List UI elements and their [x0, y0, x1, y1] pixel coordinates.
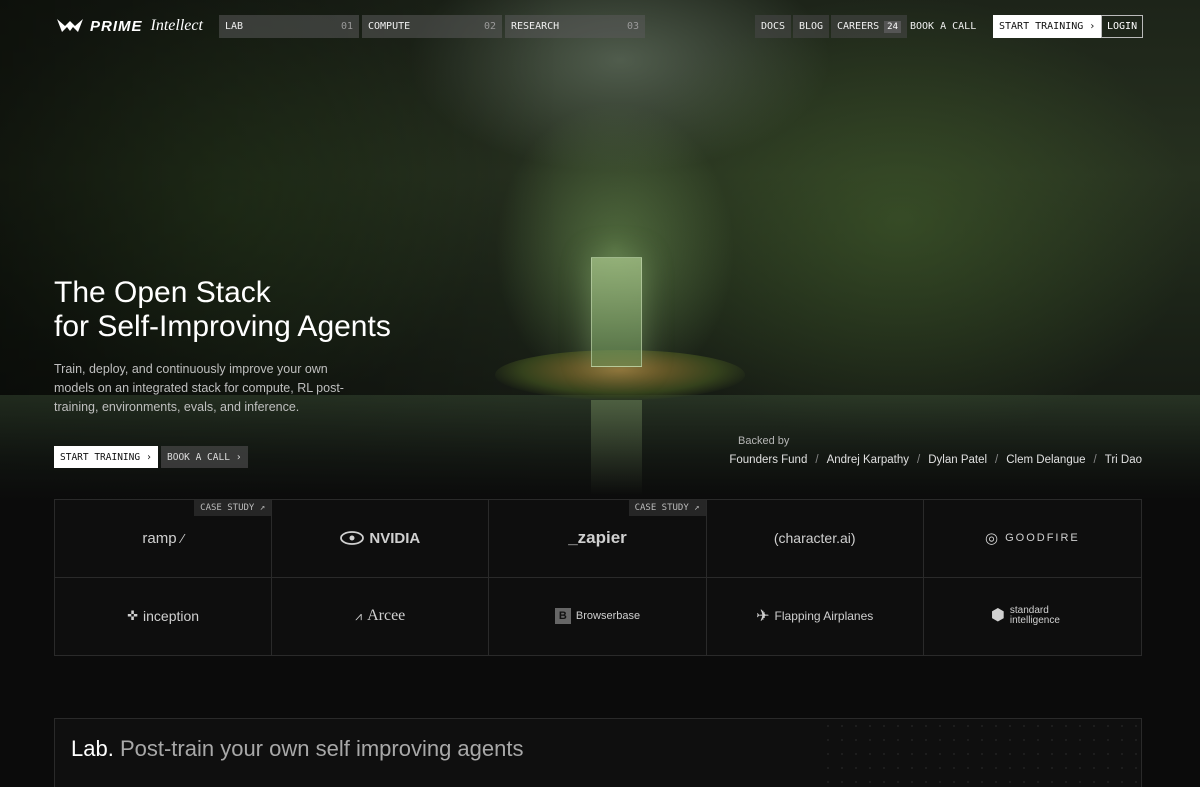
logo-text: (character.ai) — [773, 530, 856, 547]
backer-name: Clem Delangue — [1006, 454, 1086, 466]
customer-logo-goodfire[interactable]: ◎ GOODFIRE — [923, 500, 1141, 578]
customer-logo-inception[interactable]: ✜ inception — [55, 577, 273, 655]
ramp-mark-icon: ⁄ — [181, 530, 184, 546]
logo-text: inception — [143, 608, 200, 625]
logo-text: zapier — [577, 528, 627, 548]
nav-tab-label: COMPUTE — [368, 21, 411, 32]
nav-login-button[interactable]: LOGIN — [1101, 15, 1144, 38]
airplane-icon: ✈ — [756, 608, 770, 626]
chevron-right-icon: › — [1089, 21, 1096, 32]
start-training-label: START TRAINING — [999, 21, 1084, 32]
case-study-tag[interactable]: CASE STUDY ↗ — [628, 500, 706, 516]
case-study-tag[interactable]: CASE STUDY ↗ — [194, 500, 272, 516]
nav-tab-research[interactable]: RESEARCH 03 — [505, 15, 645, 38]
nav-careers-link[interactable]: CAREERS 24 — [831, 15, 907, 38]
nvidia-eye-icon — [340, 531, 365, 546]
customer-logo-zapier[interactable]: CASE STUDY ↗ _ zapier — [489, 500, 707, 578]
nav-start-training-button[interactable]: START TRAINING › — [993, 15, 1102, 38]
careers-label: CAREERS — [837, 21, 880, 32]
brand-bird-icon — [57, 19, 83, 32]
backer-name: Dylan Patel — [928, 454, 988, 466]
book-call-label: BOOK A CALL — [167, 451, 230, 463]
nav-tab-number: 03 — [626, 21, 639, 32]
hero-background — [0, 0, 1200, 500]
zapier-underscore-icon: _ — [568, 528, 578, 548]
hero-subtext: Train, deploy, and continuously improve … — [54, 362, 344, 414]
lab-subtitle: Post-train your own self improving agent… — [119, 736, 524, 761]
customer-logo-browserbase[interactable]: B Browserbase — [489, 577, 707, 655]
hero-start-training-button[interactable]: START TRAINING › — [54, 446, 158, 468]
nav-blog-link[interactable]: BLOG — [793, 15, 830, 38]
lab-section: Lab. Post-train your own self improving … — [54, 718, 1142, 787]
nav-book-call-link[interactable]: BOOK A CALL — [904, 15, 982, 38]
start-training-label: START TRAINING — [60, 451, 141, 463]
goodfire-flame-icon: ◎ — [985, 530, 1001, 548]
lab-section-title: Lab. Post-train your own self improving … — [71, 736, 523, 762]
separator: / — [815, 454, 819, 466]
hero-headline-line2: for Self-Improving Agents — [54, 310, 391, 343]
customer-logo-arcee[interactable]: ⩘ Arcee — [272, 577, 490, 655]
hero-headline: The Open Stack for Self-Improving Agents — [54, 276, 391, 344]
brand-name-bold: PRIME — [90, 17, 143, 35]
hero-book-call-button[interactable]: BOOK A CALL › — [161, 446, 248, 468]
backed-by-label: Backed by — [738, 435, 790, 447]
backer-name: Founders Fund — [729, 454, 808, 466]
logo-text: GOODFIRE — [1005, 532, 1080, 545]
nav-tab-label: RESEARCH — [511, 21, 560, 32]
nav-tab-number: 01 — [340, 21, 353, 32]
separator: / — [1093, 454, 1097, 466]
customer-logo-nvidia[interactable]: NVIDIA — [272, 500, 490, 578]
top-nav: PRIME Intellect LAB 01 COMPUTE 02 RESEAR… — [0, 15, 1200, 38]
customer-logo-grid: CASE STUDY ↗ ramp ⁄ NVIDIA CASE STUDY ↗ … — [54, 499, 1142, 656]
nav-tab-label: LAB — [225, 21, 244, 32]
careers-count-badge: 24 — [884, 20, 901, 33]
nav-tab-number: 02 — [483, 21, 496, 32]
backers-list: Founders Fund / Andrej Karpathy / Dylan … — [729, 454, 1142, 466]
chevron-right-icon: › — [146, 451, 152, 463]
logo-text: ramp — [142, 529, 177, 547]
brand-name-script: Intellect — [150, 17, 203, 34]
hero-monolith — [591, 257, 642, 367]
arcee-mark-icon: ⩘ — [355, 608, 363, 623]
separator: / — [995, 454, 999, 466]
logo-text: Arcee — [367, 607, 406, 625]
hero-monolith-reflection — [591, 400, 642, 495]
lab-title: Lab. — [71, 736, 114, 761]
brand-logo[interactable]: PRIME Intellect — [56, 17, 203, 35]
logo-text: NVIDIA — [369, 529, 421, 547]
chevron-right-icon: › — [235, 451, 242, 463]
customer-logo-character-ai[interactable]: (character.ai) — [706, 500, 924, 578]
logo-text: Browserbase — [575, 610, 641, 623]
browserbase-b-icon: B — [554, 608, 571, 625]
customer-logo-ramp[interactable]: CASE STUDY ↗ ramp ⁄ — [55, 500, 273, 578]
backer-name: Andrej Karpathy — [826, 454, 910, 466]
customer-logo-flapping-airplanes[interactable]: ✈ Flapping Airplanes — [707, 577, 924, 655]
hero-headline-line1: The Open Stack — [54, 276, 271, 309]
customer-logo-standard-intelligence[interactable]: ⬢ standard intelligence — [924, 578, 1141, 656]
nav-tab-lab[interactable]: LAB 01 — [219, 15, 359, 38]
inception-mark-icon: ✜ — [127, 608, 139, 624]
separator: / — [917, 454, 921, 466]
backer-name: Tri Dao — [1104, 454, 1142, 466]
standard-intelligence-cube-icon: ⬢ — [990, 607, 1005, 625]
nav-tab-compute[interactable]: COMPUTE 02 — [362, 15, 502, 38]
logo-text: Flapping Airplanes — [774, 609, 874, 624]
nav-docs-link[interactable]: DOCS — [755, 15, 792, 38]
logo-text: standard intelligence — [1009, 605, 1060, 627]
lab-dot-pattern — [821, 719, 1141, 787]
